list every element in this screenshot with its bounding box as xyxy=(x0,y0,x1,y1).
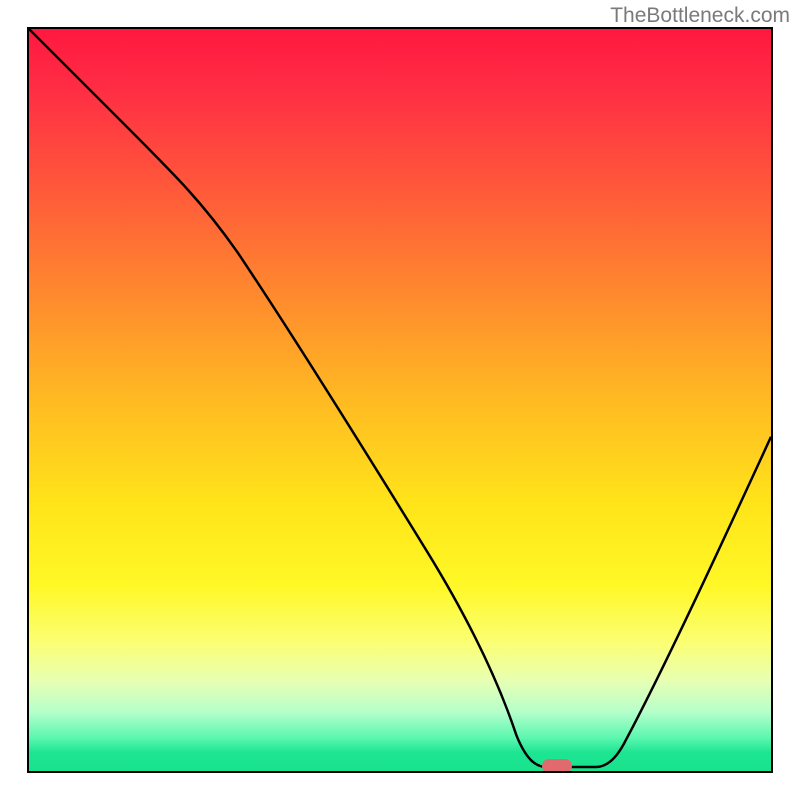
chart-curve-path xyxy=(29,29,771,767)
chart-marker xyxy=(542,759,572,773)
chart-frame xyxy=(27,27,773,773)
chart-line xyxy=(29,29,771,771)
watermark-text: TheBottleneck.com xyxy=(610,4,790,28)
